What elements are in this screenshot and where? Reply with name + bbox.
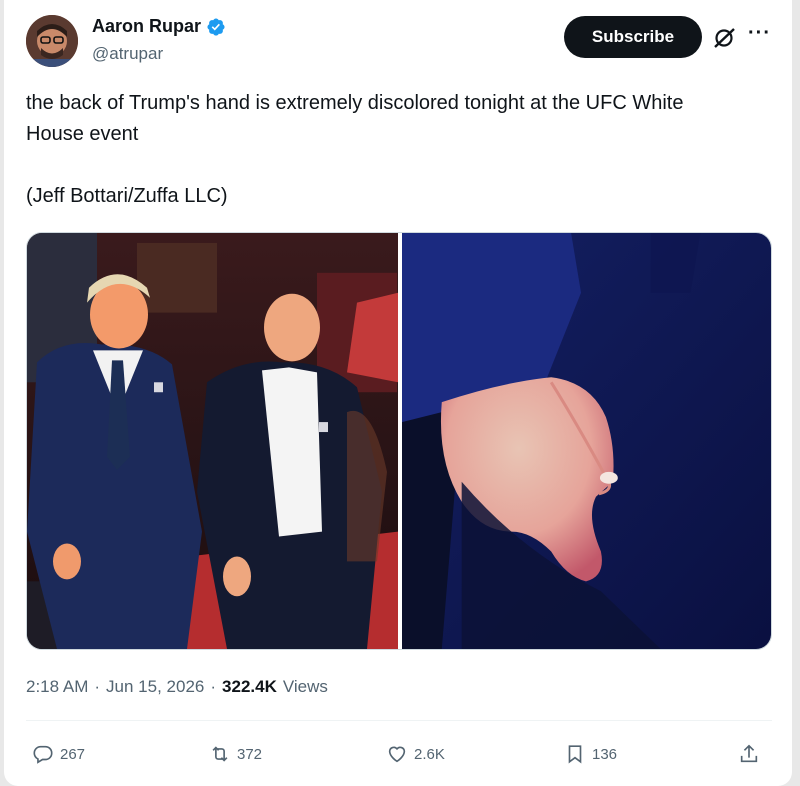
bookmark-count: 136: [592, 745, 618, 763]
author-name-row: Aaron Rupar: [92, 16, 226, 37]
tweet-date[interactable]: Jun 15, 2026: [106, 677, 204, 697]
photo-two-men-walking[interactable]: [27, 233, 398, 649]
avatar[interactable]: [26, 15, 78, 67]
author-handle[interactable]: @atrupar: [92, 44, 163, 64]
meta-separator: ·: [94, 677, 101, 696]
subscribe-button[interactable]: Subscribe: [564, 16, 702, 58]
like-count: 2.6K: [414, 745, 445, 763]
bookmark-icon: [568, 745, 582, 764]
repost-button[interactable]: 372: [209, 736, 262, 772]
tweet-text: the back of Trump's hand is extremely di…: [26, 92, 684, 207]
views-label: Views: [282, 677, 328, 696]
tweet-time[interactable]: 2:18 AM: [26, 677, 88, 697]
media-grid: [26, 232, 772, 650]
repost-count: 372: [237, 745, 263, 763]
action-bar: 267 372 2.6K 136: [26, 736, 772, 772]
tweet-meta: 2:18 AM · Jun 15, 2026 · 322.4K Views: [26, 677, 328, 697]
reply-count: 267: [60, 745, 86, 763]
author-name[interactable]: Aaron Rupar: [92, 16, 201, 37]
bookmark-button[interactable]: 136: [564, 736, 617, 772]
meta-separator: ·: [210, 677, 217, 696]
divider: [26, 720, 772, 721]
reply-button[interactable]: 267: [32, 736, 85, 772]
views-count: 322.4K: [222, 677, 277, 696]
verified-badge-icon: [207, 17, 225, 36]
like-icon: [388, 746, 406, 763]
share-icon: [740, 744, 758, 763]
reply-icon: [33, 745, 53, 764]
tweet-card: Aaron Rupar @atrupar Subscribe ··· the b…: [4, 0, 792, 786]
grok-icon[interactable]: [712, 26, 738, 50]
photo-hand-closeup[interactable]: [402, 233, 771, 649]
repost-icon: [212, 746, 228, 762]
share-button[interactable]: [738, 736, 760, 772]
more-icon[interactable]: ···: [748, 22, 771, 45]
like-button[interactable]: 2.6K: [386, 736, 445, 772]
